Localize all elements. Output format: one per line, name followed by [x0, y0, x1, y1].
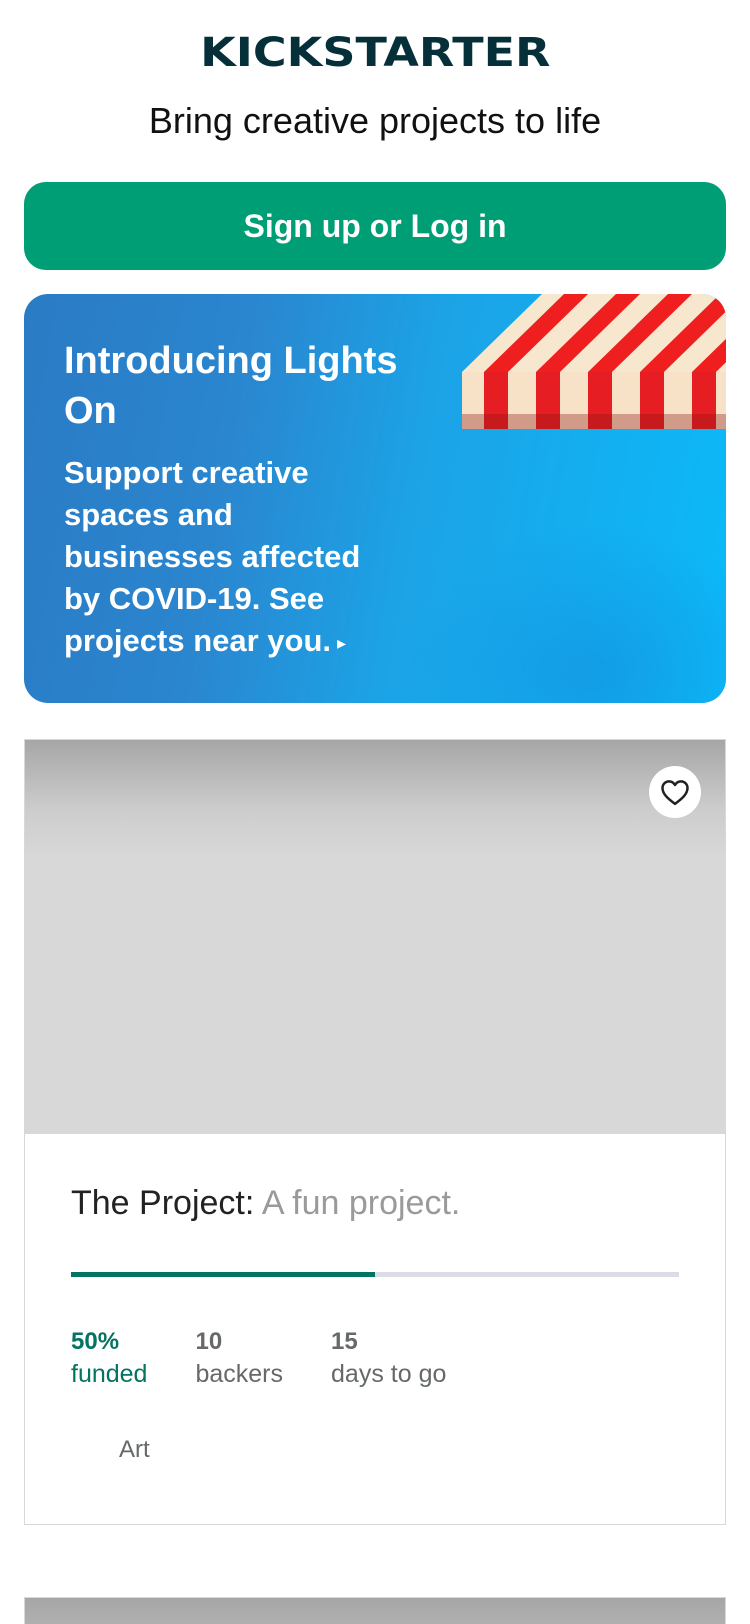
project-image [25, 740, 725, 1134]
funding-progress-fill [71, 1272, 375, 1277]
signup-login-button[interactable]: Sign up or Log in [24, 182, 726, 270]
discovery-screen: KICKSTARTER Bring creative projects to l… [0, 0, 750, 1624]
project-stats: 50% funded 10 backers 15 days to go [71, 1326, 494, 1390]
funded-value: 50% [71, 1328, 120, 1355]
days-label: days to go [331, 1360, 447, 1388]
stat-funded: 50% funded [71, 1326, 147, 1390]
promo-shade [406, 523, 726, 703]
promo-body-text: Support creative spaces and businesses a… [64, 455, 361, 658]
play-arrow-icon: ▸ [337, 632, 347, 653]
funding-progress-bar [71, 1272, 679, 1277]
heart-icon [661, 780, 689, 806]
promo-body: Support creative spaces and businesses a… [64, 452, 394, 664]
project-category[interactable]: Art [119, 1436, 150, 1464]
project-title: The Project: A fun project. [71, 1184, 691, 1223]
favorite-button[interactable] [649, 766, 701, 818]
logo-text: KICKSTARTER [199, 30, 551, 76]
backers-label: backers [195, 1360, 284, 1388]
project-card[interactable]: The Project: A fun project. 50% funded 1… [24, 739, 726, 1525]
funded-label: funded [71, 1360, 148, 1388]
project-blurb: A fun project. [261, 1184, 461, 1222]
days-value: 15 [331, 1328, 358, 1355]
tagline: Bring creative projects to life [148, 100, 602, 141]
promo-title: Introducing Lights On [64, 340, 398, 432]
project-name: The Project: [71, 1184, 255, 1222]
backers-value: 10 [195, 1328, 223, 1355]
awning-illustration [462, 294, 726, 429]
project-card-next[interactable] [24, 1597, 726, 1624]
stat-backers: 10 backers [195, 1326, 283, 1390]
lights-on-promo-banner[interactable]: Introducing Lights On Support creative s… [24, 294, 726, 703]
kickstarter-logo: KICKSTARTER [0, 28, 750, 78]
stat-days: 15 days to go [331, 1326, 446, 1390]
